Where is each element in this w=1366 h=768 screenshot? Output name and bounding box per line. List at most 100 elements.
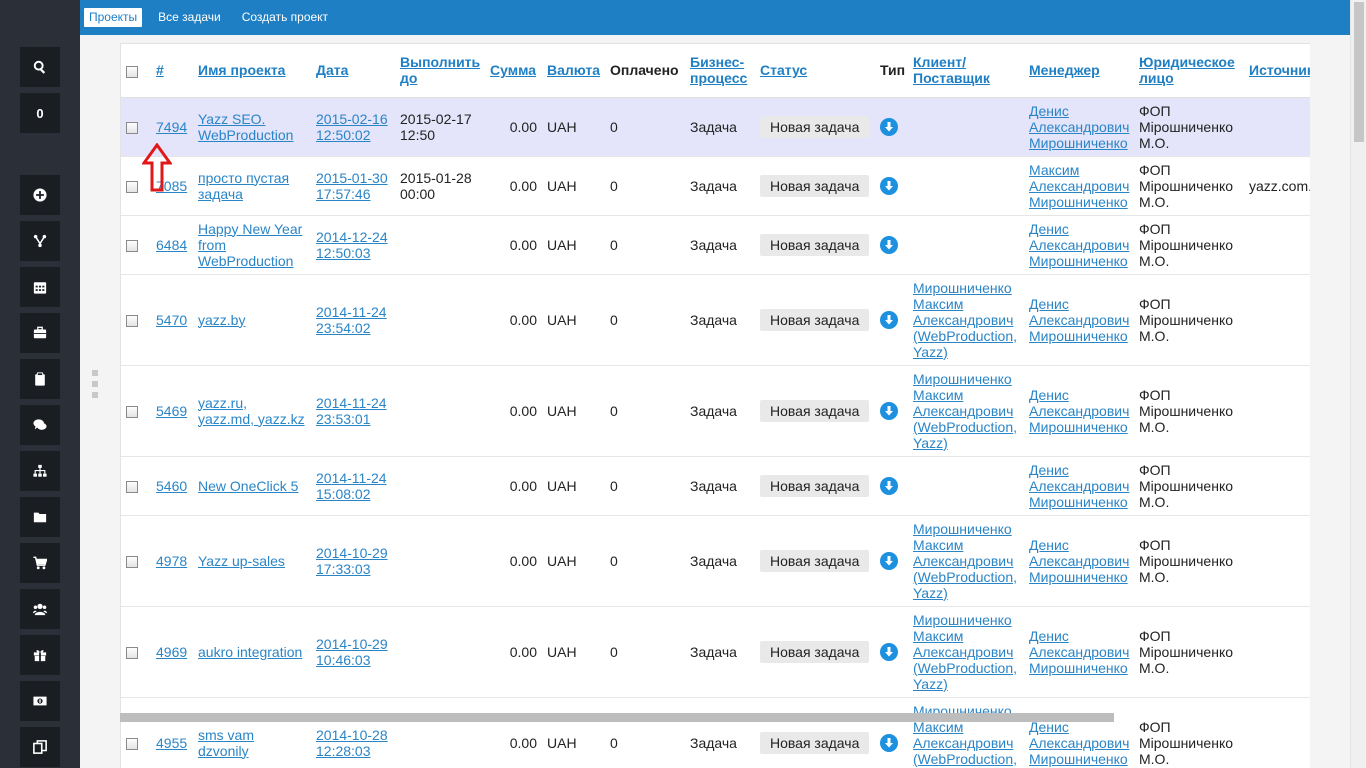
project-date-link[interactable]: 2014-11-24 23:53:01 <box>316 395 387 427</box>
row-checkbox[interactable] <box>126 480 138 493</box>
arrow-down-icon[interactable] <box>880 310 898 329</box>
notification-count-button[interactable]: 0 <box>20 93 60 133</box>
row-checkbox[interactable] <box>126 121 138 134</box>
cart-button[interactable] <box>20 543 60 583</box>
row-checkbox[interactable] <box>126 555 138 568</box>
sort-legal-link[interactable]: Юридическое лицо <box>1139 54 1235 86</box>
horizontal-scrollbar[interactable] <box>120 713 1114 722</box>
row-checkbox[interactable] <box>126 646 138 659</box>
row-checkbox[interactable] <box>126 737 138 750</box>
arrow-down-icon[interactable] <box>880 733 898 752</box>
project-date-link[interactable]: 2015-02-16 12:50:02 <box>316 111 388 143</box>
table-row[interactable]: 4955 sms vam dzvonily 2014-10-28 12:28:03 0… <box>121 697 1310 768</box>
status-button[interactable]: Новая задача <box>760 308 870 331</box>
status-button[interactable]: Новая задача <box>760 115 870 138</box>
row-checkbox[interactable] <box>126 180 138 193</box>
sort-currency-link[interactable]: Валюта <box>547 62 600 78</box>
table-row[interactable]: 5470 yazz.by 2014-11-24 23:54:02 0.00 UAH 0 За… <box>121 274 1310 366</box>
status-button[interactable]: Новая задача <box>760 474 870 497</box>
project-id-link[interactable]: 6484 <box>156 237 187 253</box>
manager-link[interactable]: Денис Александрович Мирошниченко <box>1029 719 1129 767</box>
project-id-link[interactable]: 5470 <box>156 312 187 328</box>
plus-circle-button[interactable] <box>20 175 60 215</box>
project-date-link[interactable]: 2014-11-24 23:54:02 <box>316 304 387 336</box>
comments-button[interactable] <box>20 405 60 445</box>
status-button[interactable]: Новая задача <box>760 233 870 256</box>
client-link[interactable]: Мирошниченко Максим Александрович (WebPr… <box>913 521 1017 601</box>
status-button[interactable]: Новая задача <box>760 399 870 422</box>
sort-source-link[interactable]: Источник <box>1249 62 1310 78</box>
sort-status-link[interactable]: Статус <box>760 62 807 78</box>
project-date-link[interactable]: 2014-12-24 12:50:03 <box>316 229 388 261</box>
fork-button[interactable] <box>20 221 60 261</box>
project-name-link[interactable]: New OneClick 5 <box>198 478 298 494</box>
arrow-down-icon[interactable] <box>880 551 898 570</box>
project-name-link[interactable]: просто пустая задача <box>198 170 289 202</box>
project-id-link[interactable]: 4978 <box>156 553 187 569</box>
manager-link[interactable]: Денис Александрович Мирошниченко <box>1029 296 1129 344</box>
vertical-scrollbar-thumb[interactable] <box>1354 2 1364 142</box>
project-name-link[interactable]: Yazz up-sales <box>198 553 285 569</box>
project-name-link[interactable]: yazz.by <box>198 312 245 328</box>
project-id-link[interactable]: 4955 <box>156 735 187 751</box>
manager-link[interactable]: Денис Александрович Мирошниченко <box>1029 387 1129 435</box>
arrow-down-icon[interactable] <box>880 176 898 195</box>
table-row[interactable]: 4969 aukro integration 2014-10-29 10:46:03… <box>121 606 1310 698</box>
table-row[interactable]: 7494 Yazz SEO. WebProduction 2015-02-16 12… <box>121 97 1310 157</box>
project-date-link[interactable]: 2014-10-29 10:46:03 <box>316 636 388 668</box>
sort-name-link[interactable]: Имя проекта <box>198 62 285 78</box>
create-project-link[interactable]: Создать проект <box>237 8 333 27</box>
arrow-down-icon[interactable] <box>880 117 898 136</box>
sitemap-button[interactable] <box>20 451 60 491</box>
tab-all-tasks[interactable]: Все задачи <box>153 8 226 27</box>
project-name-link[interactable]: Yazz SEO. WebProduction <box>198 111 293 143</box>
project-name-link[interactable]: aukro integration <box>198 644 302 660</box>
panel-resize-handle[interactable] <box>92 370 98 403</box>
project-date-link[interactable]: 2015-01-30 17:57:46 <box>316 170 388 202</box>
arrow-down-icon[interactable] <box>880 401 898 420</box>
sort-client-link[interactable]: Клиент/ Поставщик <box>913 54 990 86</box>
tab-projects[interactable]: Проекты <box>84 8 143 27</box>
manager-link[interactable]: Денис Александрович Мирошниченко <box>1029 462 1129 510</box>
row-checkbox[interactable] <box>126 314 138 327</box>
client-link[interactable]: Мирошниченко Максим Александрович (WebPr… <box>913 280 1017 360</box>
status-button[interactable]: Новая задача <box>760 174 870 197</box>
project-name-link[interactable]: yazz.ru, yazz.md, yazz.kz <box>198 395 305 427</box>
sort-sum-link[interactable]: Сумма <box>490 62 536 78</box>
row-checkbox[interactable] <box>126 405 138 418</box>
arrow-down-icon[interactable] <box>880 476 898 495</box>
users-button[interactable] <box>20 589 60 629</box>
project-date-link[interactable]: 2014-10-29 17:33:03 <box>316 545 388 577</box>
sort-manager-link[interactable]: Менеджер <box>1029 62 1100 78</box>
manager-link[interactable]: Максим Александрович Мирошниченко <box>1029 162 1129 210</box>
money-button[interactable] <box>20 681 60 721</box>
sort-due-link[interactable]: Выполнить до <box>400 54 480 86</box>
vertical-scrollbar[interactable] <box>1350 0 1366 768</box>
project-id-link[interactable]: 4969 <box>156 644 187 660</box>
sort-date-link[interactable]: Дата <box>316 62 348 78</box>
table-row[interactable]: 5460 New OneClick 5 2014-11-24 15:08:02 0.0… <box>121 456 1310 516</box>
briefcase-button[interactable] <box>20 313 60 353</box>
search-button[interactable] <box>20 47 60 87</box>
project-id-link[interactable]: 5460 <box>156 478 187 494</box>
select-all-checkbox[interactable] <box>126 65 138 78</box>
arrow-down-icon[interactable] <box>880 235 898 254</box>
table-row[interactable]: 4978 Yazz up-sales 2014-10-29 17:33:03 0.00… <box>121 515 1310 607</box>
calendar-button[interactable] <box>20 267 60 307</box>
client-link[interactable]: Мирошниченко Максим Александрович (WebPr… <box>913 371 1017 451</box>
status-button[interactable]: Новая задача <box>760 640 870 663</box>
client-link[interactable]: Мирошниченко Максим Александрович (WebPr… <box>913 612 1017 692</box>
project-id-link[interactable]: 7494 <box>156 119 187 135</box>
row-checkbox[interactable] <box>126 239 138 252</box>
project-name-link[interactable]: Happy New Year from WebProduction <box>198 221 302 269</box>
manager-link[interactable]: Денис Александрович Мирошниченко <box>1029 103 1129 151</box>
gift-button[interactable] <box>20 635 60 675</box>
sort-process-link[interactable]: Бизнес-процесс <box>690 54 747 86</box>
arrow-down-icon[interactable] <box>880 642 898 661</box>
project-date-link[interactable]: 2014-10-28 12:28:03 <box>316 727 388 759</box>
table-row[interactable]: 6484 Happy New Year from WebProduction 201… <box>121 215 1310 275</box>
copy-button[interactable] <box>20 727 60 767</box>
clipboard-button[interactable] <box>20 359 60 399</box>
manager-link[interactable]: Денис Александрович Мирошниченко <box>1029 537 1129 585</box>
manager-link[interactable]: Денис Александрович Мирошниченко <box>1029 628 1129 676</box>
